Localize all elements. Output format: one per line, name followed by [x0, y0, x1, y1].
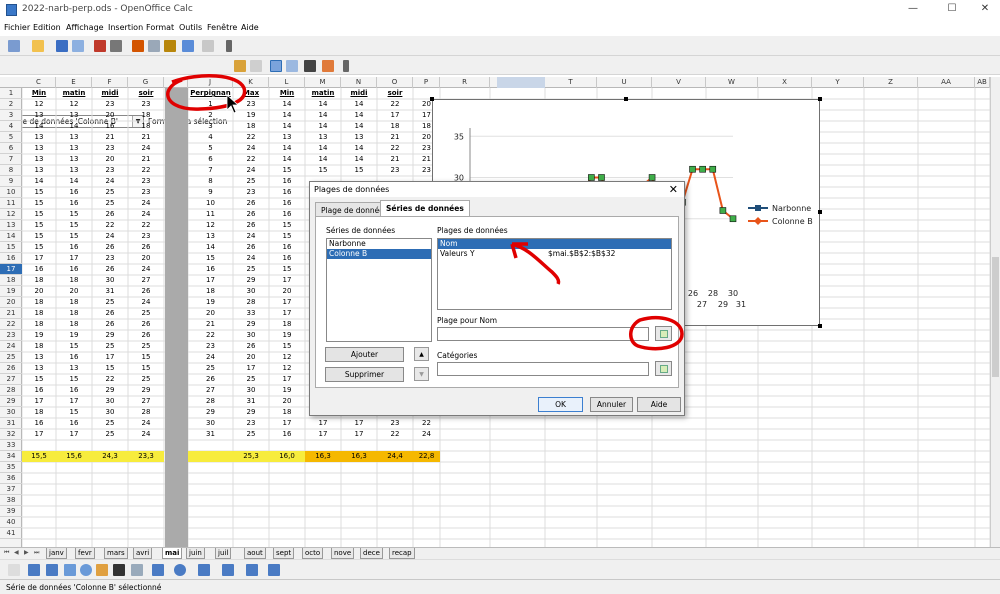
sheet-tab[interactable]: recap: [389, 548, 415, 559]
callouts-icon[interactable]: [246, 564, 258, 576]
sheet-tab[interactable]: avri: [133, 548, 153, 559]
flowchart-icon[interactable]: [222, 564, 234, 576]
arrow-line-icon[interactable]: [46, 564, 58, 576]
sheet-tab[interactable]: juin: [186, 548, 205, 559]
sheet-tab[interactable]: mai: [162, 548, 183, 559]
sheet-tab[interactable]: juil: [215, 548, 232, 559]
line-icon[interactable]: [28, 564, 40, 576]
status-bar: Série de données 'Colonne B' sélectionné: [0, 579, 1000, 594]
sheet-tab[interactable]: dece: [360, 548, 383, 559]
ellipse-icon[interactable]: [80, 564, 92, 576]
sheet-tab[interactable]: mars: [104, 548, 128, 559]
sheet-tab[interactable]: fevr: [75, 548, 95, 559]
arrow-annotation: [510, 242, 561, 285]
callout-icon[interactable]: [131, 564, 143, 576]
circle-annotation-button: [629, 315, 684, 351]
symbol-shapes-icon[interactable]: [174, 564, 186, 576]
sheet-nav-icon[interactable]: ◀: [14, 549, 19, 556]
sheet-tab[interactable]: janv: [46, 548, 67, 559]
sheet-tab[interactable]: sept: [273, 548, 295, 559]
sheet-nav-icon[interactable]: ⏭: [34, 549, 39, 557]
rectangle-icon[interactable]: [64, 564, 76, 576]
sheet-tab[interactable]: nove: [331, 548, 355, 559]
sheet-nav-icon[interactable]: ⏮: [4, 549, 9, 557]
stars-icon[interactable]: [268, 564, 280, 576]
sheet-tab[interactable]: octo: [302, 548, 324, 559]
sheet-tab[interactable]: aout: [244, 548, 266, 559]
text-icon[interactable]: [113, 564, 125, 576]
vertical-scrollbar[interactable]: [990, 77, 1000, 547]
select-arrow-icon[interactable]: [8, 564, 20, 576]
block-arrows-icon[interactable]: [198, 564, 210, 576]
mouse-cursor-icon: [226, 94, 240, 114]
sheet-tabs: ⏮ ◀ ▶ ⏭ janv fevr mars avri mai juin juil aout sept o…: [0, 547, 1000, 559]
freeform-icon[interactable]: [96, 564, 108, 576]
basic-shapes-icon[interactable]: [152, 564, 164, 576]
drawing-toolbar: [0, 559, 1000, 579]
sheet-nav-icon[interactable]: ▶: [24, 549, 29, 556]
annotation-layer: [166, 74, 684, 351]
scroll-thumb[interactable]: [992, 257, 999, 377]
